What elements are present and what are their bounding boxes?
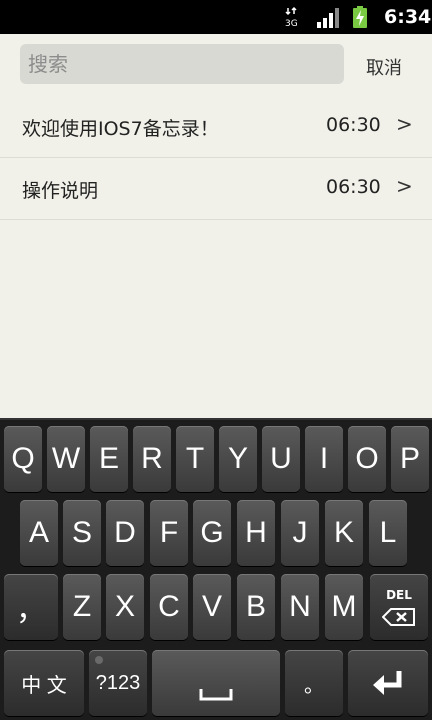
search-input[interactable] xyxy=(20,44,344,84)
key-p[interactable]: P xyxy=(391,426,429,492)
key-g[interactable]: G xyxy=(193,500,231,566)
enter-icon xyxy=(373,671,402,695)
key-t[interactable]: T xyxy=(176,426,214,492)
key-m[interactable]: M xyxy=(325,574,363,640)
search-bar: 取消 xyxy=(0,34,432,92)
signal-strength-icon xyxy=(317,8,339,28)
svg-text:3G: 3G xyxy=(285,19,298,28)
key-h[interactable]: H xyxy=(237,500,275,566)
key-d[interactable]: D xyxy=(106,500,144,566)
note-title: 欢迎使用IOS7备忘录！ xyxy=(22,118,219,140)
language-switch-key[interactable]: 中 文 xyxy=(4,650,84,716)
note-time: 06:30 xyxy=(326,114,381,136)
key-q[interactable]: Q xyxy=(4,426,42,492)
note-list-item[interactable]: 操作说明 06:30 > xyxy=(0,158,432,220)
key-comma[interactable]: ， xyxy=(4,574,58,640)
backspace-icon xyxy=(382,608,415,626)
network-3g-icon: 3G xyxy=(285,6,298,28)
key-u[interactable]: U xyxy=(262,426,300,492)
battery-charging-icon xyxy=(353,6,367,28)
delete-key[interactable]: DEL xyxy=(370,574,428,640)
status-time: 6:34 xyxy=(384,6,432,28)
status-bar: 3G 6:34 xyxy=(0,0,432,34)
note-title: 操作说明 xyxy=(22,180,99,202)
key-z[interactable]: Z xyxy=(63,574,101,640)
key-o[interactable]: O xyxy=(348,426,386,492)
key-k[interactable]: K xyxy=(325,500,363,566)
indicator-dot xyxy=(95,656,103,664)
key-e[interactable]: E xyxy=(90,426,128,492)
enter-key[interactable] xyxy=(348,650,428,716)
key-l[interactable]: L xyxy=(369,500,407,566)
key-b[interactable]: B xyxy=(237,574,275,640)
key-w[interactable]: W xyxy=(47,426,85,492)
key-c[interactable]: C xyxy=(150,574,188,640)
key-f[interactable]: F xyxy=(150,500,188,566)
chevron-right-icon: > xyxy=(396,174,413,198)
period-key[interactable]: 。 xyxy=(285,650,343,716)
key-y[interactable]: Y xyxy=(219,426,257,492)
chevron-right-icon: > xyxy=(396,112,413,136)
key-a[interactable]: A xyxy=(20,500,58,566)
search-box xyxy=(20,44,344,84)
note-time: 06:30 xyxy=(326,176,381,198)
key-n[interactable]: N xyxy=(281,574,319,640)
key-r[interactable]: R xyxy=(133,426,171,492)
key-x[interactable]: X xyxy=(106,574,144,640)
space-key[interactable] xyxy=(152,650,280,716)
cancel-button[interactable]: 取消 xyxy=(366,54,402,80)
space-icon xyxy=(199,689,233,701)
soft-keyboard: Q W E R T Y U I O P A S D F G H J K L ， … xyxy=(0,418,432,720)
key-v[interactable]: V xyxy=(193,574,231,640)
numbers-key[interactable]: ?123 xyxy=(89,650,147,716)
key-j[interactable]: J xyxy=(281,500,319,566)
note-list-item[interactable]: 欢迎使用IOS7备忘录！ 06:30 > xyxy=(0,96,432,158)
key-i[interactable]: I xyxy=(305,426,343,492)
key-s[interactable]: S xyxy=(63,500,101,566)
